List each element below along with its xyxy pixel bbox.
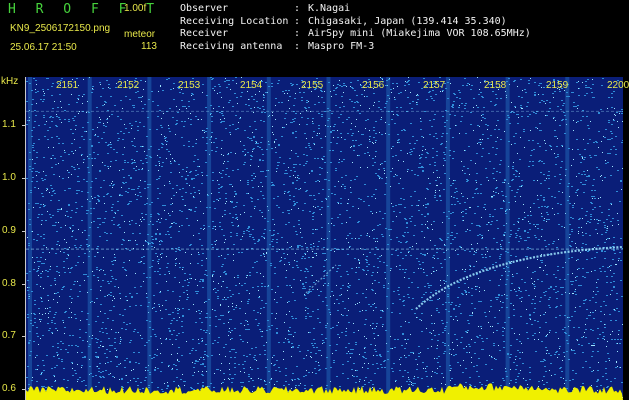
minute-striation [266, 77, 271, 400]
filename-label: KN9_2506172150.png [10, 23, 111, 34]
y-tick [22, 389, 26, 390]
spectrogram-canvas [26, 77, 623, 400]
header-panel: H R O F F T 1.00f KN9_2506172150.png met… [0, 0, 629, 76]
x-tick-label: 2152 [117, 80, 140, 91]
x-tick-label: 2158 [484, 80, 507, 91]
y-tick [22, 284, 26, 285]
meteor-label: meteor [124, 29, 156, 40]
info-row-receiver: Receiver: AirSpy mini (Miakejima VOR 108.… [180, 28, 531, 39]
y-tick-label: 0.9 [2, 225, 16, 236]
y-tick [22, 336, 26, 337]
baseline-noise [26, 383, 623, 400]
faint-echo [305, 264, 337, 294]
spectrogram-svg [26, 77, 623, 400]
minute-striation [326, 77, 331, 400]
x-tick-label: 2153 [178, 80, 201, 91]
minute-striation [445, 77, 450, 400]
x-tick-label: 2159 [546, 80, 569, 91]
y-tick-label: 1.1 [2, 119, 16, 130]
y-axis-unit: kHz [1, 76, 19, 87]
y-tick [22, 231, 26, 232]
minute-striation [386, 77, 391, 400]
station-info: Observer: K.Nagai Receiving Location: Chig… [180, 3, 531, 53]
info-row-location: Receiving Location: Chigasaki, Japan (139… [180, 15, 507, 27]
y-tick-label: 0.6 [2, 383, 16, 394]
y-tick-label: 0.7 [2, 330, 16, 341]
minute-striation [505, 77, 510, 400]
x-tick-label: 2154 [240, 80, 263, 91]
minute-striation [147, 77, 152, 400]
x-tick-label: 2155 [301, 80, 324, 91]
x-tick-label: 2151 [56, 80, 79, 91]
y-tick [22, 125, 26, 126]
x-tick-label: 2156 [362, 80, 385, 91]
x-tick-label: 2157 [423, 80, 446, 91]
meteor-count: 113 [141, 41, 157, 52]
x-tick-label: 2200 [607, 80, 629, 91]
y-tick [22, 178, 26, 179]
minute-striation [28, 77, 32, 400]
minute-striation [207, 77, 212, 400]
info-row-antenna: Receiving antenna: Maspro FM-3 [180, 40, 375, 52]
y-tick-label: 0.8 [2, 278, 16, 289]
y-tick-label: 1.0 [2, 172, 16, 183]
datetime-label: 25.06.17 21:50 [10, 42, 77, 53]
minute-striation [565, 77, 570, 400]
info-row-observer: Observer: K.Nagai [180, 3, 351, 14]
minute-striation [87, 77, 92, 400]
version-label: 1.00f [124, 3, 147, 14]
noise-speckle [26, 77, 623, 400]
